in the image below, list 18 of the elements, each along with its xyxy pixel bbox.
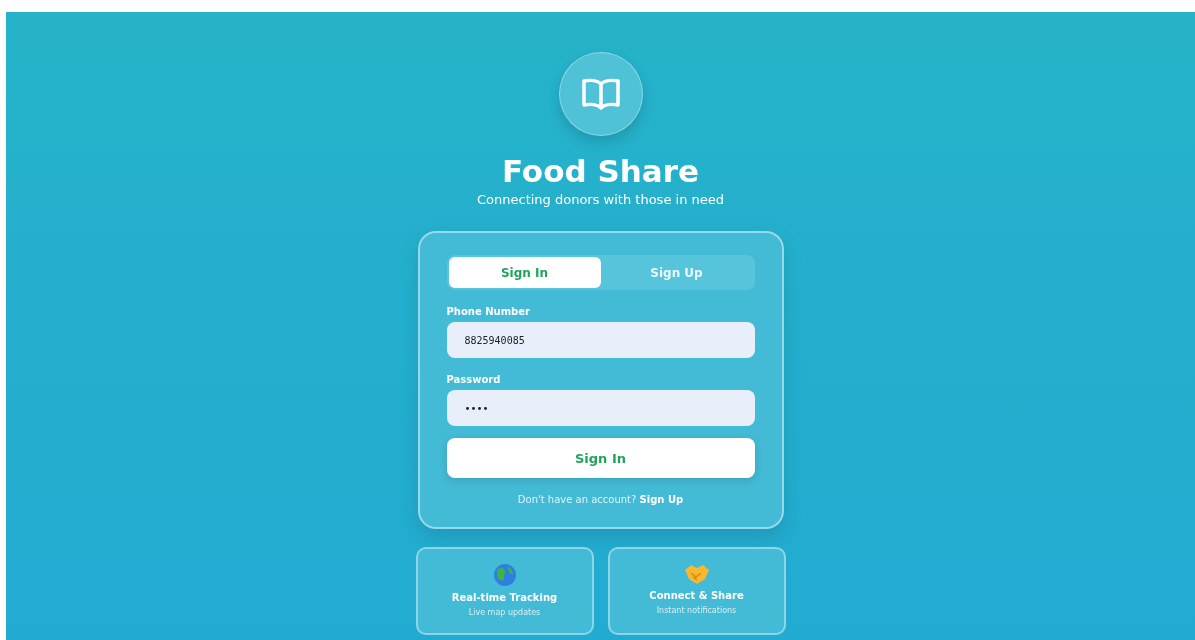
app-subtitle: Connecting donors with those in need [477, 192, 724, 207]
sign-in-button[interactable]: Sign In [446, 438, 755, 478]
globe-icon [492, 563, 517, 587]
field-label: Password [446, 374, 502, 385]
footer-text: Don't have an account? Sign Up [516, 494, 685, 505]
input-field[interactable]: 8825940085 [446, 322, 755, 358]
feature-subtitle: Live map updates [468, 608, 541, 617]
input-field[interactable]: •••• [446, 390, 755, 426]
tab[interactable]: Sign Up [600, 257, 753, 288]
sign-up-link[interactable]: Sign Up [639, 494, 684, 505]
feature-title: Real-time Tracking [451, 592, 558, 603]
feature-title: Connect & Share [649, 590, 744, 601]
feature-subtitle: Instant notifications [656, 606, 737, 615]
handshake-icon [683, 563, 710, 585]
book-icon [579, 77, 622, 111]
app-title: Food Share [501, 152, 700, 190]
tab[interactable]: Sign In [448, 257, 601, 288]
field-label: Phone Number [446, 306, 531, 317]
